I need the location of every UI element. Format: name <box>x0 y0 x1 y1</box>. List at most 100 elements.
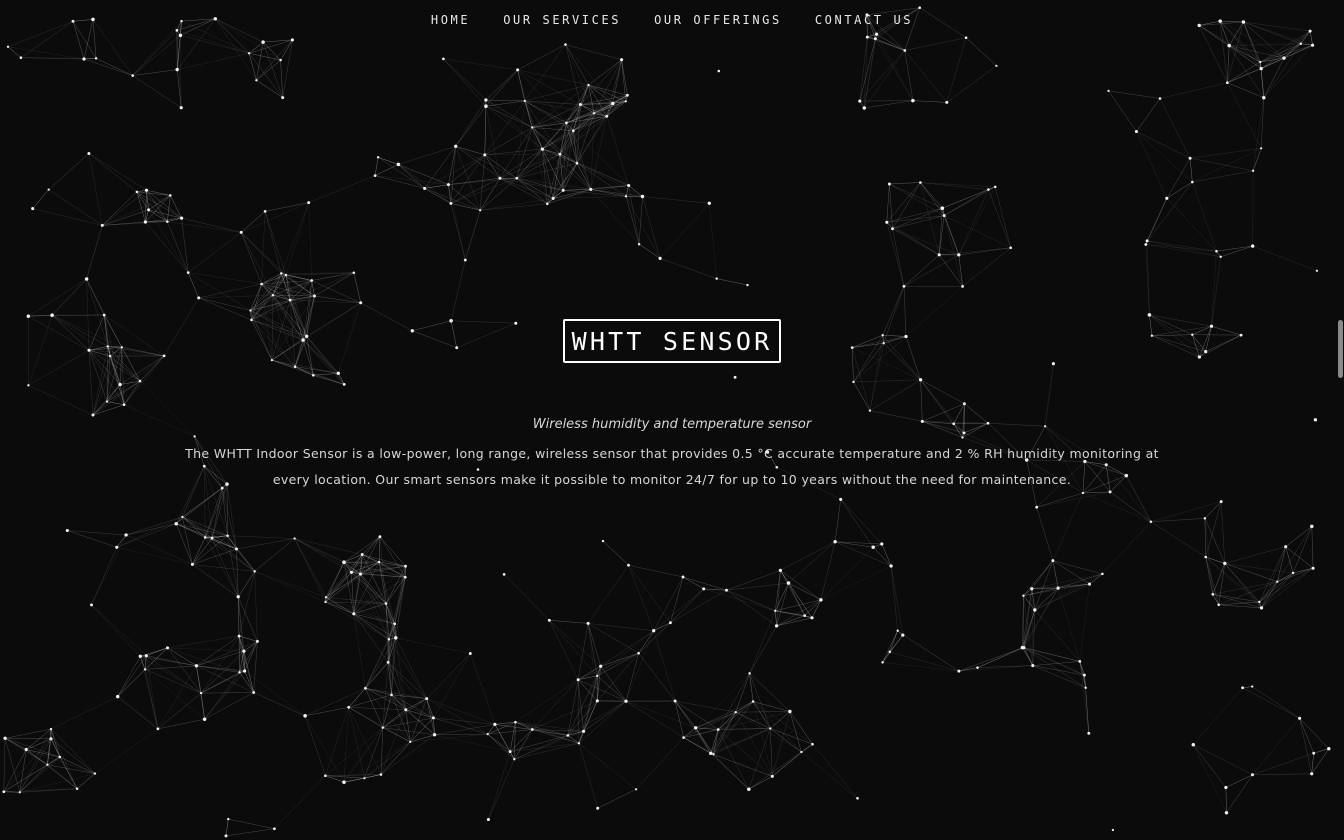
network-node <box>786 581 791 585</box>
network-node <box>937 253 941 257</box>
network-node <box>810 616 814 620</box>
network-link <box>670 576 684 623</box>
network-node <box>253 570 256 573</box>
network-link <box>450 177 517 204</box>
network-node <box>611 101 615 106</box>
network-node <box>1078 659 1082 663</box>
network-link <box>362 554 406 567</box>
network-node <box>179 216 184 220</box>
network-node <box>1144 243 1148 246</box>
network-link <box>503 574 550 621</box>
network-node <box>1259 60 1262 64</box>
network-link <box>28 315 53 386</box>
network-node <box>624 699 628 703</box>
network-node <box>564 43 567 46</box>
network-node <box>143 220 148 224</box>
network-link <box>565 44 622 60</box>
network-link <box>308 175 376 203</box>
network-node <box>305 334 309 338</box>
network-link <box>107 346 165 357</box>
network-node <box>634 788 638 791</box>
network-link <box>905 286 963 337</box>
nav-our-offerings-link[interactable]: OUR OFFERINGS <box>654 13 782 27</box>
network-link <box>920 379 923 422</box>
network-link <box>1211 251 1217 327</box>
nav-contact-us-link[interactable]: CONTACT US <box>815 13 913 27</box>
network-link <box>516 100 525 179</box>
network-node <box>290 38 294 42</box>
network-node <box>390 693 393 697</box>
scrollbar-thumb[interactable] <box>1338 320 1343 378</box>
network-node <box>856 796 859 800</box>
network-node <box>589 187 593 191</box>
network-node <box>715 277 718 280</box>
network-node <box>558 152 562 156</box>
network-link <box>1146 198 1168 242</box>
network-node <box>1087 582 1092 586</box>
network-link <box>958 647 1023 672</box>
network-link <box>820 565 892 601</box>
network-node <box>850 346 854 349</box>
network-link <box>348 707 365 779</box>
network-node <box>1262 95 1266 100</box>
network-node <box>26 314 31 318</box>
network-link <box>752 701 773 777</box>
network-node <box>377 560 381 564</box>
network-link <box>514 735 569 760</box>
network-node <box>449 201 453 205</box>
network-node <box>601 539 605 543</box>
network-node <box>313 294 316 298</box>
network-node <box>250 318 253 322</box>
network-link <box>424 188 452 204</box>
network-link <box>1031 573 1103 589</box>
network-node <box>270 358 274 362</box>
network-link <box>1079 584 1090 662</box>
network-node <box>778 568 783 573</box>
network-link <box>869 335 883 411</box>
network-node <box>658 256 662 260</box>
network-link <box>146 655 159 729</box>
network-link <box>192 535 228 565</box>
network-node <box>197 296 201 300</box>
network-node <box>1150 334 1154 337</box>
network-node <box>976 666 979 669</box>
network-link <box>294 538 345 563</box>
nav-home-link[interactable]: HOME <box>431 13 470 27</box>
network-node <box>1087 731 1091 735</box>
network-node <box>147 208 151 212</box>
network-link <box>864 100 913 109</box>
network-node <box>46 763 49 766</box>
network-link <box>48 189 103 226</box>
network-link <box>853 379 921 383</box>
network-node <box>513 758 516 761</box>
network-link <box>625 700 684 738</box>
network-node <box>498 176 502 180</box>
network-link <box>883 343 921 380</box>
network-node <box>833 539 837 544</box>
network-node <box>592 112 596 115</box>
network-link <box>776 617 813 627</box>
network-node <box>1134 129 1138 134</box>
page-scrollbar[interactable] <box>1336 0 1344 840</box>
network-node <box>1251 169 1255 172</box>
network-link <box>1136 98 1161 132</box>
network-link <box>221 488 228 536</box>
nav-our-services-link[interactable]: OUR SERVICES <box>503 13 621 27</box>
network-link <box>380 727 384 775</box>
network-link <box>588 59 622 86</box>
network-link <box>776 615 805 627</box>
network-link <box>1136 131 1193 183</box>
network-link <box>157 718 205 730</box>
network-link <box>1205 556 1219 605</box>
network-link <box>1022 647 1085 676</box>
network-node <box>410 329 414 333</box>
network-node <box>94 57 98 60</box>
network-node <box>486 732 489 736</box>
network-node <box>75 787 79 790</box>
network-link <box>360 302 413 332</box>
network-node <box>627 563 630 567</box>
network-link <box>5 728 52 739</box>
network-node <box>1149 520 1153 523</box>
network-link <box>28 385 94 416</box>
network-link <box>903 254 940 287</box>
